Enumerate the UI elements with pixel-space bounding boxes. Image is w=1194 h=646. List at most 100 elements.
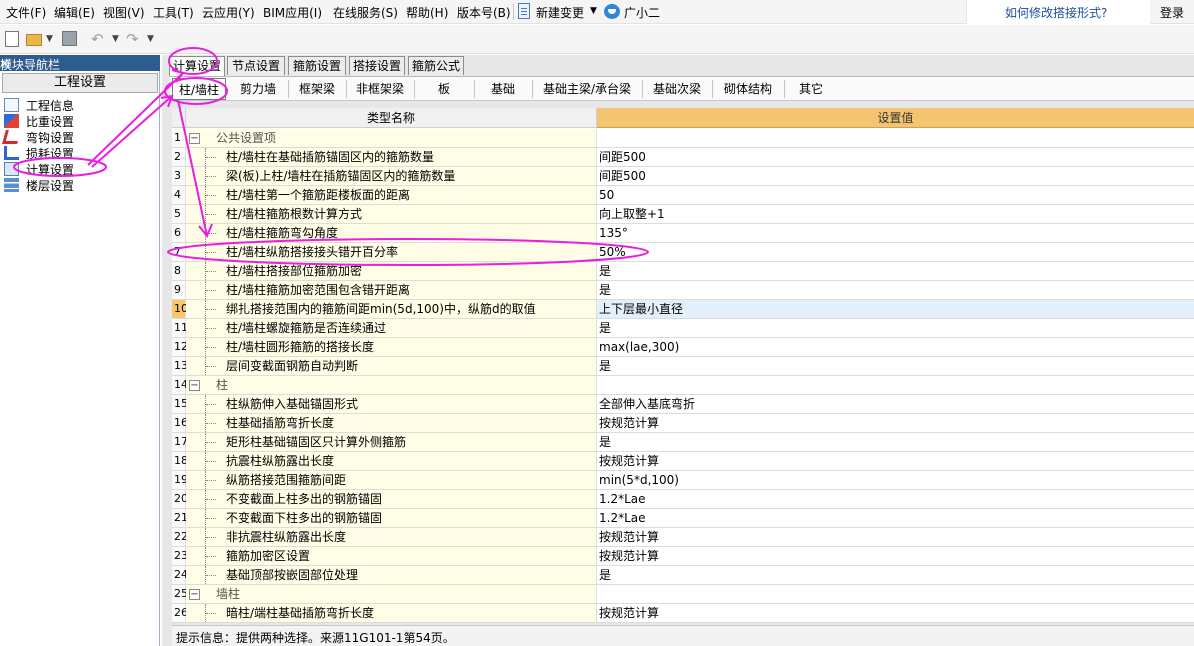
table-row[interactable]: 15 柱纵筋伸入基础锚固形式 全部伸入基底弯折 — [172, 395, 1194, 414]
guangxiaoer-button[interactable]: 广小二 — [624, 4, 660, 21]
save-icon[interactable] — [62, 31, 77, 46]
collapse-toggle-icon[interactable]: − — [189, 133, 200, 144]
value-cell[interactable]: 按规范计算 — [597, 528, 1194, 546]
menu-cloud[interactable]: 云应用(Y) — [202, 4, 255, 21]
value-cell[interactable]: 按规范计算 — [597, 604, 1194, 622]
nav-section-project-settings[interactable]: 工程设置 — [2, 73, 158, 93]
value-cell[interactable]: 是 — [597, 281, 1194, 299]
value-cell[interactable]: 全部伸入基底弯折 — [597, 395, 1194, 413]
value-cell[interactable]: 向上取整+1 — [597, 205, 1194, 223]
subtab-foundation-secondary-beam[interactable]: 基础次梁 — [644, 78, 710, 100]
grid-header-name[interactable]: 类型名称 — [186, 108, 597, 128]
table-row[interactable]: 10 绑扎搭接范围内的箍筋间距min(5d,100)中，纵筋d的取值 上下层最小直径 — [172, 300, 1194, 319]
group-row[interactable]: 1− 公共设置项 — [172, 129, 1194, 148]
table-row[interactable]: 13 层间变截面钢筋自动判断 是 — [172, 357, 1194, 376]
subtab-slab[interactable]: 板 — [416, 78, 472, 100]
table-row[interactable]: 21 不变截面下柱多出的钢筋锚固 1.2*Lae — [172, 509, 1194, 528]
menu-help[interactable]: 帮助(H) — [406, 4, 448, 21]
subtab-frame-beam[interactable]: 框架梁 — [290, 78, 344, 100]
table-row[interactable]: 19 纵筋搭接范围箍筋间距 min(5*d,100) — [172, 471, 1194, 490]
table-row[interactable]: 7 柱/墙柱纵筋搭接接头错开百分率 50% — [172, 243, 1194, 262]
nav-item-project-info[interactable]: 工程信息 — [4, 97, 154, 113]
menu-tools[interactable]: 工具(T) — [153, 4, 194, 21]
table-row[interactable]: 5 柱/墙柱箍筋根数计算方式 向上取整+1 — [172, 205, 1194, 224]
undo-icon[interactable]: ↶ — [91, 30, 104, 48]
menu-version[interactable]: 版本号(B) — [457, 4, 511, 21]
value-cell[interactable]: 是 — [597, 319, 1194, 337]
help-question-text[interactable]: 如何修改搭接形式? — [1005, 4, 1107, 21]
redo-dropdown-icon[interactable]: ▼ — [147, 34, 154, 44]
table-row[interactable]: 4 柱/墙柱第一个箍筋距楼板面的距离 50 — [172, 186, 1194, 205]
value-cell[interactable]: 1.2*Lae — [597, 490, 1194, 508]
value-cell[interactable]: 是 — [597, 433, 1194, 451]
menu-edit[interactable]: 编辑(E) — [54, 4, 95, 21]
table-row[interactable]: 17 矩形柱基础锚固区只计算外侧箍筋 是 — [172, 433, 1194, 452]
redo-icon[interactable]: ↷ — [126, 30, 139, 48]
value-cell[interactable]: 按规范计算 — [597, 414, 1194, 432]
subtab-column[interactable]: 柱/墙柱 — [172, 78, 226, 100]
subtab-foundation-main-beam[interactable]: 基础主梁/承台梁 — [534, 78, 640, 100]
value-cell[interactable]: 是 — [597, 566, 1194, 584]
value-cell[interactable]: 是 — [597, 262, 1194, 280]
tab-stirrup-settings[interactable]: 箍筋设置 — [288, 56, 346, 75]
group-row[interactable]: 14− 柱 — [172, 376, 1194, 395]
collapse-toggle-icon[interactable]: − — [189, 380, 200, 391]
menu-file[interactable]: 文件(F) — [6, 4, 46, 21]
new-file-icon[interactable] — [5, 31, 19, 47]
help-search-box[interactable]: 如何修改搭接形式? — [966, 0, 1150, 24]
menu-bim[interactable]: BIM应用(I) — [263, 4, 322, 21]
undo-dropdown-icon[interactable]: ▼ — [112, 34, 119, 44]
close-icon[interactable]: × — [0, 56, 10, 70]
value-cell[interactable]: 间距500 — [597, 167, 1194, 185]
table-row[interactable]: 6 柱/墙柱箍筋弯勾角度 135° — [172, 224, 1194, 243]
value-cell[interactable]: 135° — [597, 224, 1194, 242]
value-cell[interactable]: min(5*d,100) — [597, 471, 1194, 489]
value-cell[interactable]: 按规范计算 — [597, 452, 1194, 470]
value-cell[interactable]: max(lae,300) — [597, 338, 1194, 356]
table-row[interactable]: 20 不变截面上柱多出的钢筋锚固 1.2*Lae — [172, 490, 1194, 509]
table-row[interactable]: 9 柱/墙柱箍筋加密范围包含错开距离 是 — [172, 281, 1194, 300]
value-cell[interactable]: 是 — [597, 357, 1194, 375]
table-row[interactable]: 24 基础顶部按嵌固部位处理 是 — [172, 566, 1194, 585]
new-change-dropdown-icon[interactable]: ▼ — [590, 6, 597, 16]
new-change-button[interactable]: 新建变更 — [536, 4, 584, 21]
tab-stirrup-formula[interactable]: 箍筋公式 — [408, 56, 464, 75]
value-cell[interactable]: 1.2*Lae — [597, 509, 1194, 527]
tab-lap-settings[interactable]: 搭接设置 — [349, 56, 405, 75]
table-row[interactable]: 16 柱基础插筋弯折长度 按规范计算 — [172, 414, 1194, 433]
subtab-non-frame-beam[interactable]: 非框架梁 — [348, 78, 412, 100]
nav-item-density[interactable]: 比重设置 — [4, 113, 154, 129]
nav-item-hook[interactable]: 弯钩设置 — [2, 129, 154, 145]
table-row[interactable]: 22 非抗震柱纵筋露出长度 按规范计算 — [172, 528, 1194, 547]
value-cell[interactable]: 50 — [597, 186, 1194, 204]
table-row[interactable]: 3 梁(板)上柱/墙柱在插筋锚固区内的箍筋数量 间距500 — [172, 167, 1194, 186]
subtab-foundation[interactable]: 基础 — [476, 78, 530, 100]
table-row[interactable]: 2 柱/墙柱在基础插筋锚固区内的箍筋数量 间距500 — [172, 148, 1194, 167]
table-row[interactable]: 18 抗震柱纵筋露出长度 按规范计算 — [172, 452, 1194, 471]
subtab-shear-wall[interactable]: 剪力墙 — [230, 78, 286, 100]
value-cell[interactable]: 50% — [597, 243, 1194, 261]
nav-item-floor[interactable]: 楼层设置 — [4, 177, 154, 193]
open-folder-icon[interactable] — [26, 34, 42, 46]
value-cell[interactable]: 上下层最小直径 — [597, 300, 1194, 318]
tab-node-settings[interactable]: 节点设置 — [227, 56, 285, 75]
table-row[interactable]: 23 箍筋加密区设置 按规范计算 — [172, 547, 1194, 566]
collapse-toggle-icon[interactable]: − — [189, 589, 200, 600]
value-cell[interactable]: 按规范计算 — [597, 547, 1194, 565]
table-row[interactable]: 8 柱/墙柱搭接部位箍筋加密 是 — [172, 262, 1194, 281]
menu-online[interactable]: 在线服务(S) — [333, 4, 398, 21]
tab-calc-settings[interactable]: 计算设置 — [169, 56, 225, 76]
grid-header-value[interactable]: 设置值 — [597, 108, 1194, 128]
nav-item-calc-settings[interactable]: 计算设置 — [4, 161, 154, 177]
subtab-masonry[interactable]: 砌体结构 — [714, 78, 782, 100]
table-row[interactable]: 12 柱/墙柱圆形箍筋的搭接长度 max(lae,300) — [172, 338, 1194, 357]
group-row[interactable]: 25− 墙柱 — [172, 585, 1194, 604]
login-button[interactable]: 登录 — [1160, 4, 1184, 21]
menu-view[interactable]: 视图(V) — [103, 4, 145, 21]
subtab-other[interactable]: 其它 — [786, 78, 836, 100]
table-row[interactable]: 11 柱/墙柱螺旋箍筋是否连续通过 是 — [172, 319, 1194, 338]
nav-item-loss[interactable]: 损耗设置 — [4, 145, 154, 161]
table-row[interactable]: 26 暗柱/端柱基础插筋弯折长度 按规范计算 — [172, 604, 1194, 623]
value-cell[interactable]: 间距500 — [597, 148, 1194, 166]
open-dropdown-icon[interactable]: ▼ — [46, 34, 53, 44]
